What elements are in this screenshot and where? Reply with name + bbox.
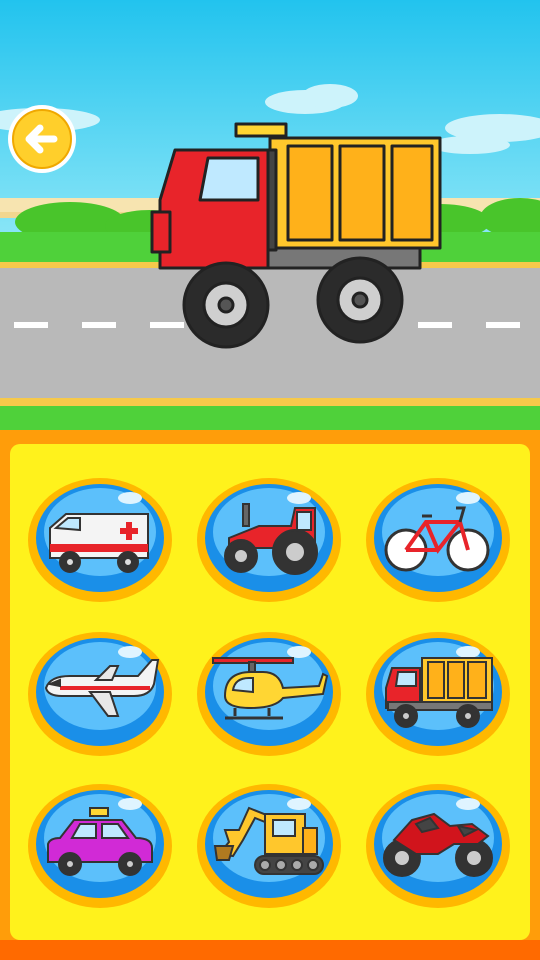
vehicle-button-helicopter[interactable]: [197, 632, 341, 756]
arrow-left-icon: [8, 105, 76, 173]
vehicle-selection-panel: [0, 440, 540, 960]
road: [0, 268, 540, 398]
vehicle-button-excavator[interactable]: [197, 784, 341, 908]
vehicle-button-motorcycle[interactable]: [366, 784, 510, 908]
road-scene: [0, 0, 540, 440]
vehicle-button-taxi[interactable]: [28, 784, 172, 908]
vehicle-button-dump-truck[interactable]: [366, 632, 510, 756]
vehicle-button-bicycle[interactable]: [366, 478, 510, 602]
vehicle-button-airplane[interactable]: [28, 632, 172, 756]
vehicle-button-tractor[interactable]: [197, 478, 341, 602]
vehicle-button-ambulance[interactable]: [28, 478, 172, 602]
scene-background: [0, 0, 540, 440]
back-button[interactable]: [6, 103, 78, 175]
